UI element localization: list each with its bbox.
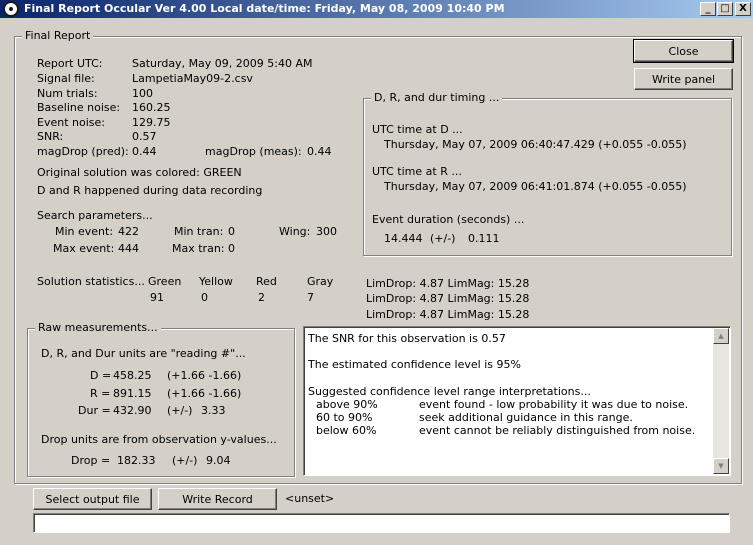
original-solution-text: Original solution was colored: GREEN bbox=[37, 166, 242, 179]
stat-yellow-label: Yellow bbox=[199, 275, 233, 288]
memo-confidence-line: The estimated confidence level is 95% bbox=[308, 358, 521, 371]
utc-d-label: UTC time at D ... bbox=[372, 123, 463, 136]
select-output-file-button[interactable]: Select output file bbox=[33, 488, 152, 510]
report-utc-value: Saturday, May 09, 2009 5:40 AM bbox=[132, 57, 313, 70]
baseline-noise-label: Baseline noise: bbox=[37, 101, 121, 114]
magdrop-meas-label: magDrop (meas): bbox=[205, 145, 302, 158]
write-panel-button[interactable]: Write panel bbox=[634, 68, 733, 90]
event-noise-label: Event noise: bbox=[37, 116, 105, 129]
stat-yellow-value: 0 bbox=[201, 291, 208, 304]
limit-line: LimDrop: 4.87 LimMag: 15.28 bbox=[366, 277, 530, 290]
close-button[interactable]: Close bbox=[633, 39, 734, 63]
search-params-title: Search parameters... bbox=[37, 209, 153, 222]
dur-value: 432.90 bbox=[113, 404, 152, 417]
min-tran-value: 0 bbox=[228, 225, 235, 238]
interpretation-memo[interactable]: The SNR for this observation is 0.57 The… bbox=[303, 326, 731, 476]
d-label: D = bbox=[90, 369, 112, 382]
min-event-label: Min event: bbox=[55, 225, 114, 238]
r-label: R = bbox=[90, 387, 111, 400]
stat-green-value: 91 bbox=[150, 291, 164, 304]
raw-measurements-legend: Raw measurements... bbox=[35, 321, 161, 334]
max-tran-value: 0 bbox=[228, 242, 235, 255]
signal-file-value: LampetiaMay09-2.csv bbox=[132, 72, 253, 85]
event-noise-value: 129.75 bbox=[132, 116, 171, 129]
memo-range: 60 to 90% bbox=[316, 411, 373, 424]
duration-err: 0.111 bbox=[468, 232, 500, 245]
memo-range: above 90% bbox=[316, 398, 378, 411]
timing-legend: D, R, and dur timing ... bbox=[371, 91, 503, 104]
snr-value: 0.57 bbox=[132, 130, 157, 143]
report-utc-label: Report UTC: bbox=[37, 57, 103, 70]
output-path-label: <unset> bbox=[285, 492, 335, 505]
close-window-button[interactable]: X bbox=[735, 2, 751, 16]
output-path-input[interactable] bbox=[33, 513, 730, 533]
solution-stats-label: Solution statistics... bbox=[37, 275, 145, 288]
limit-line: LimDrop: 4.87 LimMag: 15.28 bbox=[366, 292, 530, 305]
min-event-value: 422 bbox=[118, 225, 139, 238]
max-event-label: Max event: bbox=[53, 242, 115, 255]
dur-pm: (+/-) bbox=[167, 404, 193, 417]
minimize-button[interactable]: _ bbox=[700, 2, 716, 16]
utc-r-label: UTC time at R ... bbox=[372, 165, 462, 178]
memo-range-desc: seek additional guidance in this range. bbox=[419, 411, 633, 424]
dur-err: 3.33 bbox=[201, 404, 226, 417]
stat-gray-label: Gray bbox=[307, 275, 334, 288]
window-title: Final Report Occular Ver 4.00 Local date… bbox=[24, 2, 505, 15]
utc-d-value: Thursday, May 07, 2009 06:40:47.429 (+0.… bbox=[384, 138, 687, 151]
memo-suggested-line: Suggested confidence level range interpr… bbox=[308, 385, 591, 398]
r-value: 891.15 bbox=[113, 387, 152, 400]
wing-value: 300 bbox=[316, 225, 337, 238]
baseline-noise-value: 160.25 bbox=[132, 101, 171, 114]
limit-line: LimDrop: 4.87 LimMag: 15.28 bbox=[366, 308, 530, 321]
memo-range: below 60% bbox=[316, 424, 377, 437]
memo-range-desc: event cannot be reliably distinguished f… bbox=[419, 424, 696, 437]
max-event-value: 444 bbox=[118, 242, 139, 255]
scroll-up-icon[interactable]: ▲ bbox=[713, 328, 729, 344]
utc-r-value: Thursday, May 07, 2009 06:41:01.874 (+0.… bbox=[384, 180, 687, 193]
scroll-down-icon[interactable]: ▼ bbox=[713, 458, 729, 474]
title-bar: Final Report Occular Ver 4.00 Local date… bbox=[0, 0, 753, 18]
stat-red-label: Red bbox=[256, 275, 277, 288]
write-record-button[interactable]: Write Record bbox=[158, 488, 277, 510]
magdrop-meas-value: 0.44 bbox=[307, 145, 332, 158]
r-err: (+1.66 -1.66) bbox=[167, 387, 242, 400]
stat-red-value: 2 bbox=[258, 291, 265, 304]
memo-snr-line: The SNR for this observation is 0.57 bbox=[308, 332, 506, 345]
duration-pm: (+/-) bbox=[430, 232, 456, 245]
memo-scrollbar[interactable]: ▲ ▼ bbox=[713, 328, 729, 474]
drop-err: 9.04 bbox=[206, 454, 231, 467]
duration-value: 14.444 bbox=[384, 232, 423, 245]
num-trials-value: 100 bbox=[132, 87, 153, 100]
wing-label: Wing: bbox=[279, 225, 311, 238]
d-value: 458.25 bbox=[113, 369, 152, 382]
app-icon bbox=[3, 1, 19, 17]
duration-label: Event duration (seconds) ... bbox=[372, 213, 525, 226]
drop-value: 182.33 bbox=[117, 454, 156, 467]
dr-happened-text: D and R happened during data recording bbox=[37, 184, 263, 197]
drop-units-text: Drop units are from observation y-values… bbox=[41, 433, 277, 446]
magdrop-pred-label: magDrop (pred): bbox=[37, 145, 129, 158]
stat-gray-value: 7 bbox=[307, 291, 314, 304]
dur-label: Dur = bbox=[78, 404, 111, 417]
d-err: (+1.66 -1.66) bbox=[167, 369, 242, 382]
drop-label: Drop = bbox=[71, 454, 111, 467]
drop-pm: (+/-) bbox=[172, 454, 198, 467]
maximize-button[interactable]: □ bbox=[717, 2, 733, 16]
max-tran-label: Max tran: bbox=[172, 242, 225, 255]
memo-content: The SNR for this observation is 0.57 The… bbox=[306, 329, 713, 473]
snr-label: SNR: bbox=[37, 130, 64, 143]
final-report-legend: Final Report bbox=[22, 29, 94, 42]
num-trials-label: Num trials: bbox=[37, 87, 98, 100]
units-text: D, R, and Dur units are "reading #"... bbox=[41, 347, 246, 360]
memo-range-desc: event found - low probability it was due… bbox=[419, 398, 689, 411]
stat-green-label: Green bbox=[148, 275, 182, 288]
magdrop-pred-value: 0.44 bbox=[132, 145, 157, 158]
min-tran-label: Min tran: bbox=[174, 225, 224, 238]
signal-file-label: Signal file: bbox=[37, 72, 95, 85]
